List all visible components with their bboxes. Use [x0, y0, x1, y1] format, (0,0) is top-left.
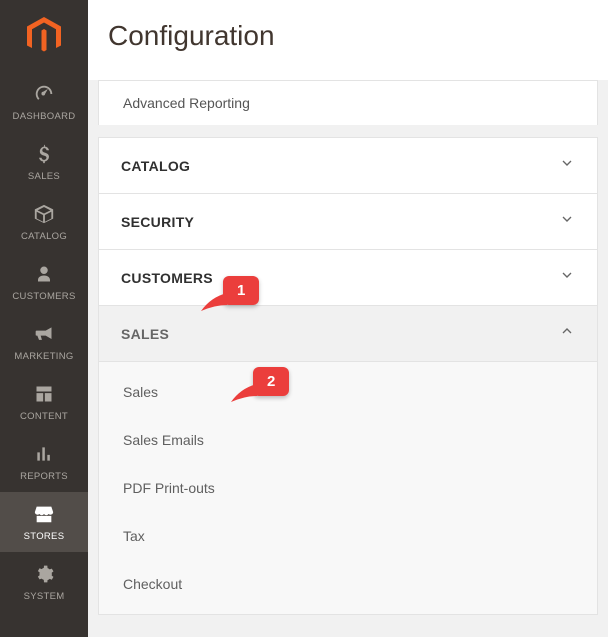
nav-marketing[interactable]: MARKETING: [0, 312, 88, 372]
nav-label: CATALOG: [21, 231, 67, 242]
nav-content[interactable]: CONTENT: [0, 372, 88, 432]
section-security[interactable]: SECURITY: [98, 193, 598, 250]
chevron-down-icon: [559, 211, 575, 232]
nav-label: CUSTOMERS: [12, 291, 75, 302]
magento-logo-icon: [27, 17, 61, 55]
nav-label: DASHBOARD: [13, 111, 76, 122]
nav-label: REPORTS: [20, 471, 68, 482]
sales-item-sales-emails[interactable]: Sales Emails: [99, 416, 597, 464]
sales-item-pdf-printouts[interactable]: PDF Print-outs: [99, 464, 597, 512]
section-label: CUSTOMERS: [121, 270, 213, 286]
config-item-advanced-reporting[interactable]: Advanced Reporting: [98, 80, 598, 125]
chevron-down-icon: [559, 267, 575, 288]
nav-sales[interactable]: SALES: [0, 132, 88, 192]
nav-label: CONTENT: [20, 411, 68, 422]
section-customers[interactable]: CUSTOMERS: [98, 249, 598, 306]
sales-item-sales[interactable]: Sales: [99, 368, 597, 416]
nav-label: SYSTEM: [24, 591, 65, 602]
admin-sidebar: DASHBOARD SALES CATALOG CUSTOMERS MARKET…: [0, 0, 88, 637]
gauge-icon: [33, 82, 55, 106]
store-icon: [33, 502, 55, 526]
section-label: SECURITY: [121, 214, 194, 230]
config-panel: Advanced Reporting CATALOG SECURITY CUST…: [88, 80, 608, 637]
nav-customers[interactable]: CUSTOMERS: [0, 252, 88, 312]
section-label: CATALOG: [121, 158, 190, 174]
section-label: SALES: [121, 326, 169, 342]
nav-dashboard[interactable]: DASHBOARD: [0, 72, 88, 132]
bar-chart-icon: [34, 442, 54, 466]
chevron-down-icon: [559, 155, 575, 176]
sales-item-checkout[interactable]: Checkout: [99, 560, 597, 608]
nav-catalog[interactable]: CATALOG: [0, 192, 88, 252]
main-content: Configuration Advanced Reporting CATALOG…: [88, 0, 608, 637]
box-icon: [33, 202, 55, 226]
page-title: Configuration: [88, 0, 608, 80]
sales-item-tax[interactable]: Tax: [99, 512, 597, 560]
megaphone-icon: [33, 322, 55, 346]
section-catalog[interactable]: CATALOG: [98, 137, 598, 194]
nav-label: STORES: [24, 531, 65, 542]
nav-label: MARKETING: [14, 351, 73, 362]
magento-logo[interactable]: [0, 0, 88, 72]
nav-label: SALES: [28, 171, 60, 182]
chevron-up-icon: [559, 323, 575, 344]
layout-icon: [34, 382, 54, 406]
nav-system[interactable]: SYSTEM: [0, 552, 88, 612]
section-sales[interactable]: SALES: [98, 305, 598, 362]
nav-stores[interactable]: STORES: [0, 492, 88, 552]
sales-subsection: Sales Sales Emails PDF Print-outs Tax Ch…: [98, 362, 598, 615]
gear-icon: [34, 562, 54, 586]
dollar-icon: [34, 142, 54, 166]
person-icon: [35, 262, 53, 286]
nav-reports[interactable]: REPORTS: [0, 432, 88, 492]
